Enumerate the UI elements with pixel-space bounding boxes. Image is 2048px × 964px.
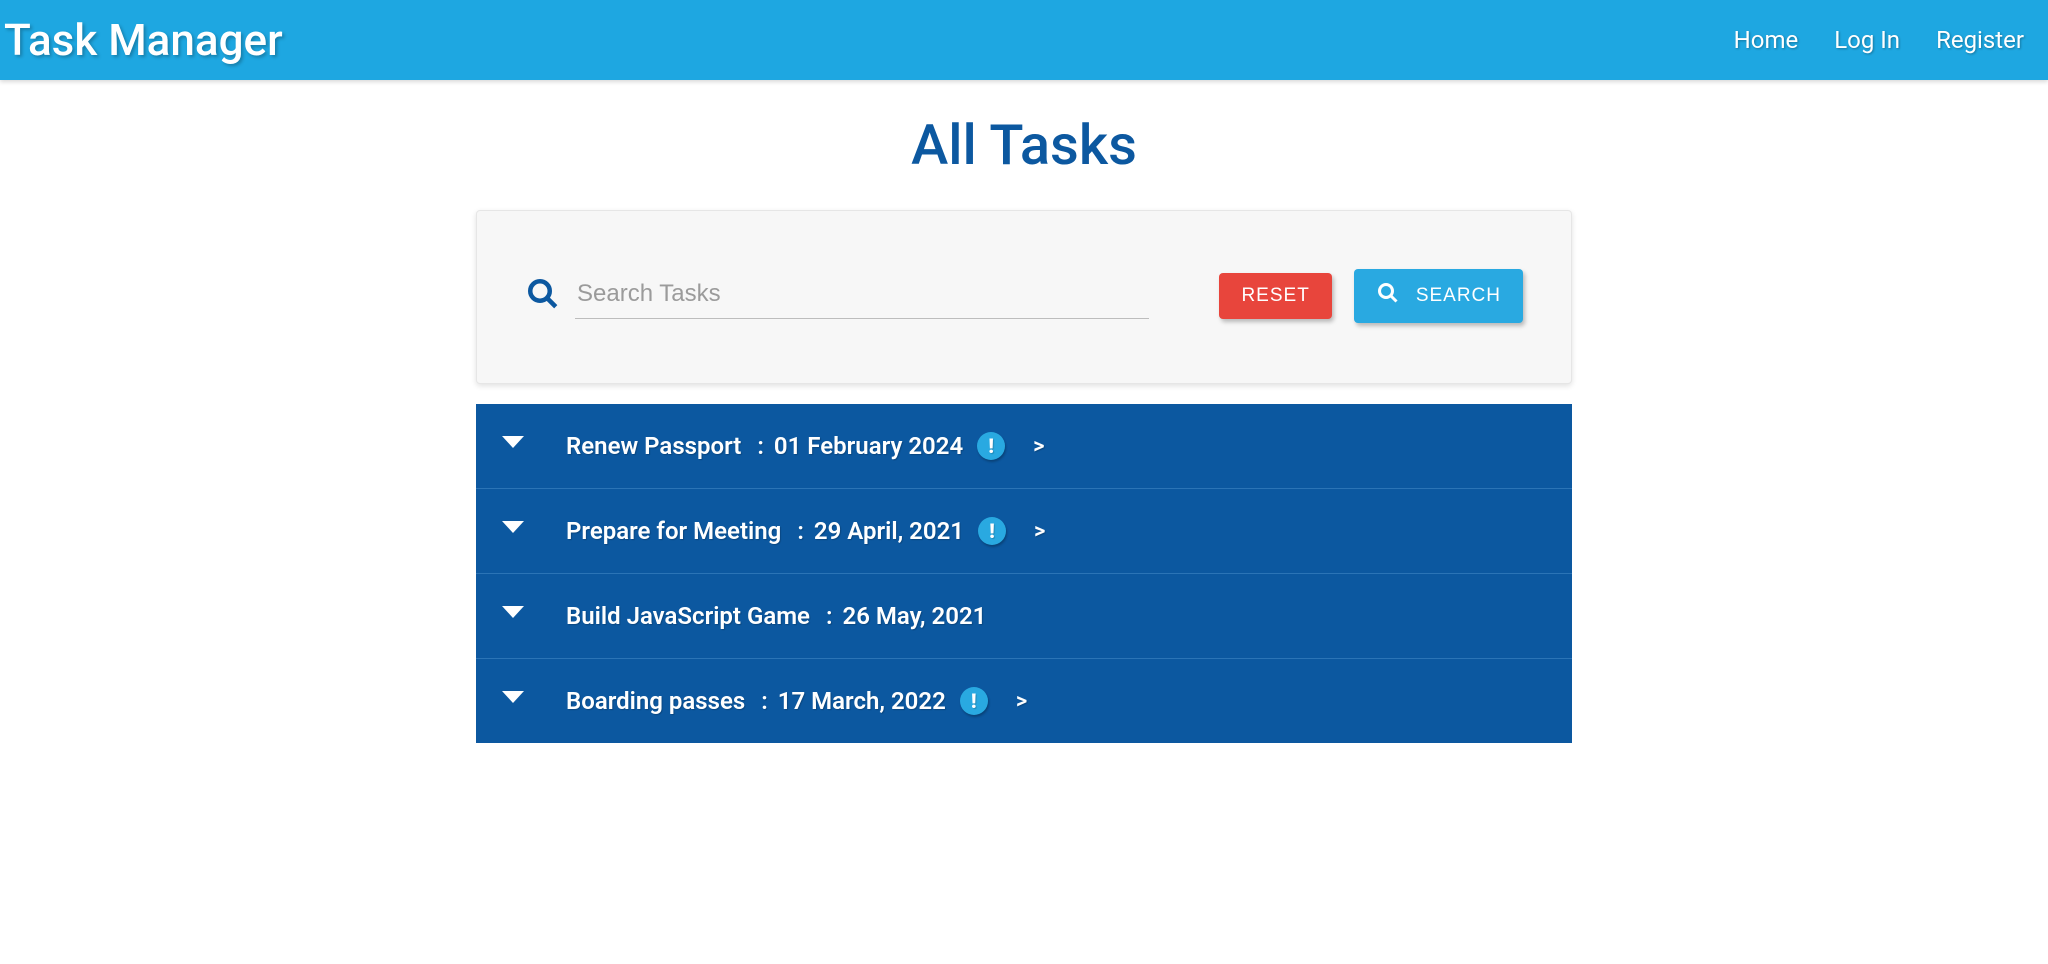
nav-register[interactable]: Register	[1936, 26, 2024, 54]
nav-login[interactable]: Log In	[1834, 26, 1900, 54]
search-button-icon	[1376, 281, 1400, 311]
search-row: RESET SEARCH	[525, 269, 1523, 323]
task-text: Boarding passes : 17 March, 2022! >	[566, 687, 1027, 715]
task-arrow: >	[1016, 689, 1027, 714]
chevron-down-icon	[502, 521, 524, 533]
task-arrow: >	[1034, 519, 1045, 544]
task-title: Prepare for Meeting	[566, 517, 781, 545]
chevron-down-icon	[502, 436, 524, 448]
task-date: 01 February 2024	[774, 432, 963, 460]
task-row[interactable]: Renew Passport : 01 February 2024! >	[476, 404, 1572, 488]
reset-button[interactable]: RESET	[1219, 273, 1331, 319]
task-arrow: >	[1033, 434, 1044, 459]
task-row[interactable]: Boarding passes : 17 March, 2022! >	[476, 658, 1572, 743]
alert-icon: !	[977, 432, 1005, 460]
task-title: Boarding passes	[566, 687, 745, 715]
task-separator: :	[757, 432, 764, 460]
main-nav: Home Log In Register	[1734, 26, 2024, 54]
nav-home[interactable]: Home	[1734, 26, 1799, 54]
app-title: Task Manager	[0, 14, 283, 66]
task-date: 17 March, 2022	[778, 687, 946, 715]
task-title: Build JavaScript Game	[566, 602, 810, 630]
search-icon	[525, 276, 561, 316]
task-row[interactable]: Build JavaScript Game : 26 May, 2021	[476, 573, 1572, 658]
alert-icon: !	[960, 687, 988, 715]
task-text: Prepare for Meeting : 29 April, 2021! >	[566, 517, 1045, 545]
search-button-label: SEARCH	[1416, 285, 1501, 307]
task-separator: :	[826, 602, 833, 630]
app-header: Task Manager Home Log In Register	[0, 0, 2048, 80]
task-text: Renew Passport : 01 February 2024! >	[566, 432, 1045, 460]
search-button[interactable]: SEARCH	[1354, 269, 1523, 323]
task-title: Renew Passport	[566, 432, 741, 460]
task-row[interactable]: Prepare for Meeting : 29 April, 2021! >	[476, 488, 1572, 573]
chevron-down-icon	[502, 606, 524, 618]
task-list: Renew Passport : 01 February 2024!>Prepa…	[476, 404, 1572, 743]
task-date: 29 April, 2021	[814, 517, 964, 545]
task-text: Build JavaScript Game : 26 May, 2021	[566, 602, 986, 630]
task-separator: :	[761, 687, 768, 715]
search-card: RESET SEARCH	[476, 210, 1572, 384]
page-title: All Tasks	[0, 112, 2048, 178]
task-separator: :	[797, 517, 804, 545]
alert-icon: !	[978, 517, 1006, 545]
task-date: 26 May, 2021	[843, 602, 987, 630]
search-input[interactable]	[575, 274, 1149, 319]
chevron-down-icon	[502, 691, 524, 703]
main-content: All Tasks RESET SEARCH	[0, 80, 2048, 743]
